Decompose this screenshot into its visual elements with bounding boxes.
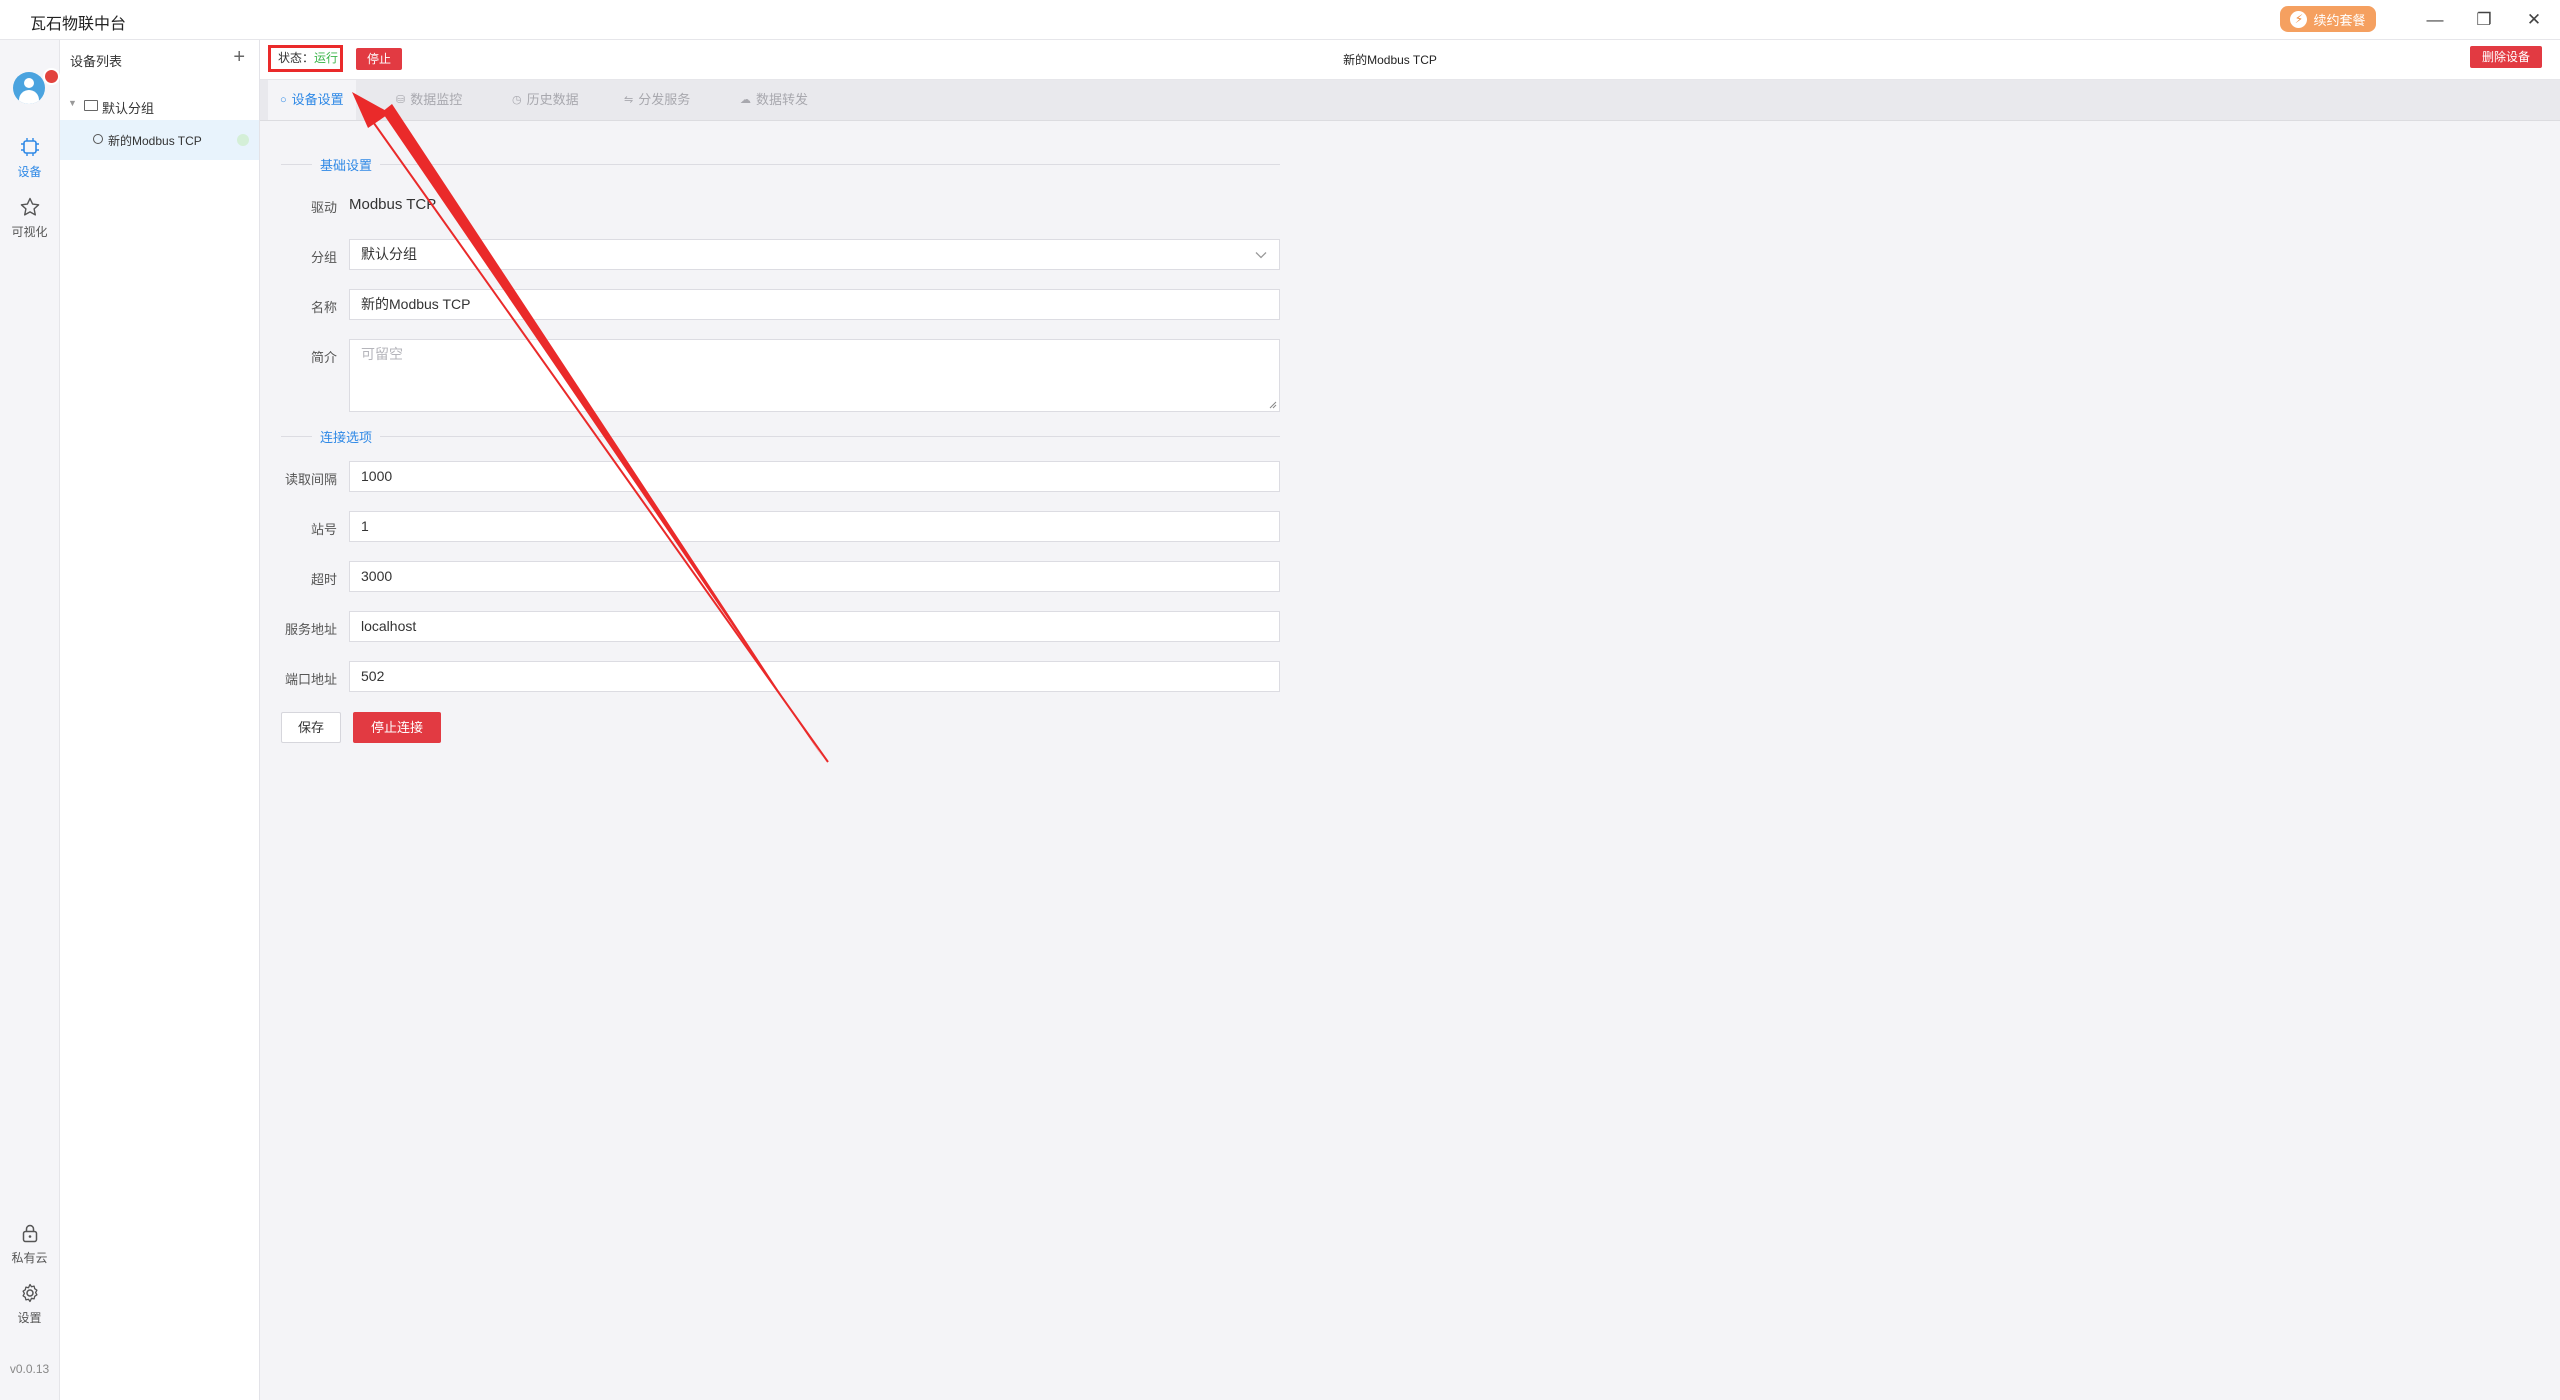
server-address-label: 服务地址 bbox=[284, 622, 337, 637]
renew-plan-button[interactable]: ⚡ 续约套餐 bbox=[2280, 6, 2376, 32]
driver-label: 驱动 bbox=[310, 200, 337, 215]
timeout-label: 超时 bbox=[310, 572, 337, 587]
name-input-value: 新的Modbus TCP bbox=[361, 296, 471, 312]
server-address-input[interactable]: localhost bbox=[349, 611, 1280, 642]
stop-button[interactable]: 停止 bbox=[356, 48, 402, 70]
read-interval-input[interactable]: 1000 bbox=[349, 461, 1280, 492]
name-label: 名称 bbox=[310, 300, 337, 315]
device-title: 新的Modbus TCP bbox=[1343, 53, 1437, 67]
description-label: 简介 bbox=[310, 350, 337, 365]
section-divider bbox=[281, 164, 1280, 165]
description-placeholder: 可留空 bbox=[361, 346, 403, 362]
rail-item-label: 可视化 bbox=[11, 225, 48, 239]
database-icon: ⛁ bbox=[396, 94, 406, 106]
tab-device-settings[interactable]: ○ 设备设置 bbox=[268, 80, 356, 120]
lightning-icon: ⚡ bbox=[2290, 10, 2308, 28]
device-list-panel: 设备列表 + ▼ 默认分组 新的Modbus TCP bbox=[60, 40, 260, 1400]
status-value: 运行 bbox=[314, 51, 339, 65]
tree-group-default[interactable]: ▼ 默认分组 bbox=[60, 92, 259, 120]
tab-distribution-service[interactable]: ⇋ 分发服务 bbox=[612, 80, 702, 120]
lock-icon bbox=[22, 1224, 37, 1243]
tree-item-label: 新的Modbus TCP bbox=[108, 134, 202, 148]
restore-button[interactable]: ❐ bbox=[2464, 6, 2504, 34]
chevron-down-icon bbox=[1255, 252, 1267, 259]
rail-item-settings[interactable]: 设置 bbox=[0, 1282, 59, 1326]
timeout-value: 3000 bbox=[361, 568, 393, 584]
group-select-value: 默认分组 bbox=[361, 246, 417, 262]
port-label: 端口地址 bbox=[284, 672, 337, 687]
tab-label: 历史数据 bbox=[526, 92, 579, 107]
add-device-button[interactable]: + bbox=[233, 46, 245, 69]
title-bar: 瓦石物联中台 ⚡ 续约套餐 — ❐ ✕ bbox=[0, 0, 2560, 40]
online-indicator bbox=[237, 134, 249, 146]
rail-item-label: 设置 bbox=[17, 1311, 42, 1325]
name-input[interactable]: 新的Modbus TCP bbox=[349, 289, 1280, 320]
chip-icon bbox=[20, 138, 39, 156]
port-input[interactable]: 502 bbox=[349, 661, 1280, 692]
driver-value: Modbus TCP bbox=[349, 196, 437, 213]
server-address-value: localhost bbox=[361, 618, 417, 634]
circle-icon: ○ bbox=[280, 94, 287, 106]
status-indicator: 状态：运行 bbox=[268, 45, 343, 72]
stop-connection-button[interactable]: 停止连接 bbox=[353, 712, 441, 743]
station-input[interactable]: 1 bbox=[349, 511, 1280, 542]
group-select[interactable]: 默认分组 bbox=[349, 239, 1280, 270]
tab-data-monitor[interactable]: ⛁ 数据监控 bbox=[384, 80, 474, 120]
version-label: v0.0.13 bbox=[9, 1362, 50, 1376]
tab-label: 设备设置 bbox=[291, 92, 344, 107]
close-button[interactable]: ✕ bbox=[2514, 6, 2554, 34]
rail-item-label: 私有云 bbox=[11, 1251, 48, 1265]
device-list-title: 设备列表 bbox=[70, 54, 123, 69]
tab-label: 数据监控 bbox=[410, 92, 463, 107]
delete-device-button[interactable]: 删除设备 bbox=[2470, 46, 2542, 68]
minimize-button[interactable]: — bbox=[2415, 6, 2455, 34]
tab-bar: ○ 设备设置 ⛁ 数据监控 ◷ 历史数据 ⇋ 分发服务 ☁ 数据转发 bbox=[260, 80, 2560, 121]
status-bar: 状态：运行 停止 新的Modbus TCP 删除设备 bbox=[260, 40, 2560, 80]
tab-data-forward[interactable]: ☁ 数据转发 bbox=[728, 80, 820, 120]
section-title-connection: 连接选项 bbox=[312, 427, 381, 446]
description-textarea[interactable]: 可留空 bbox=[349, 339, 1280, 412]
rail-item-label: 设备 bbox=[17, 165, 42, 179]
station-value: 1 bbox=[361, 518, 369, 534]
folder-icon bbox=[84, 100, 98, 111]
avatar[interactable] bbox=[13, 72, 45, 104]
clock-icon: ◷ bbox=[512, 94, 522, 106]
nav-rail: 设备 可视化 私有云 设置 v0.0.13 bbox=[0, 40, 60, 1400]
star-icon bbox=[20, 197, 39, 216]
share-icon: ⇋ bbox=[624, 94, 634, 106]
device-status-ring-icon bbox=[93, 134, 103, 144]
tree-item-device[interactable]: 新的Modbus TCP bbox=[60, 120, 259, 160]
renew-plan-label: 续约套餐 bbox=[2313, 12, 2366, 28]
timeout-input[interactable]: 3000 bbox=[349, 561, 1280, 592]
save-button[interactable]: 保存 bbox=[281, 712, 341, 743]
tab-label: 数据转发 bbox=[756, 92, 809, 107]
gear-icon bbox=[21, 1283, 38, 1303]
section-title-basic: 基础设置 bbox=[312, 155, 381, 174]
tab-label: 分发服务 bbox=[638, 92, 691, 107]
caret-down-icon: ▼ bbox=[68, 98, 77, 108]
read-interval-label: 读取间隔 bbox=[284, 472, 337, 487]
tree-group-label: 默认分组 bbox=[102, 101, 155, 116]
rail-item-device[interactable]: 设备 bbox=[0, 136, 59, 180]
rail-item-visualization[interactable]: 可视化 bbox=[0, 196, 59, 240]
resize-handle-icon[interactable] bbox=[1268, 400, 1277, 409]
port-value: 502 bbox=[361, 668, 385, 684]
station-label: 站号 bbox=[310, 522, 337, 537]
group-label: 分组 bbox=[310, 250, 337, 265]
vip-badge bbox=[43, 68, 60, 85]
tab-history-data[interactable]: ◷ 历史数据 bbox=[500, 80, 591, 120]
app-title: 瓦石物联中台 bbox=[30, 16, 127, 33]
cloud-icon: ☁ bbox=[740, 94, 751, 106]
status-label: 状态： bbox=[278, 51, 315, 65]
read-interval-value: 1000 bbox=[361, 468, 393, 484]
section-divider bbox=[281, 436, 1280, 437]
rail-item-private-cloud[interactable]: 私有云 bbox=[0, 1222, 59, 1266]
